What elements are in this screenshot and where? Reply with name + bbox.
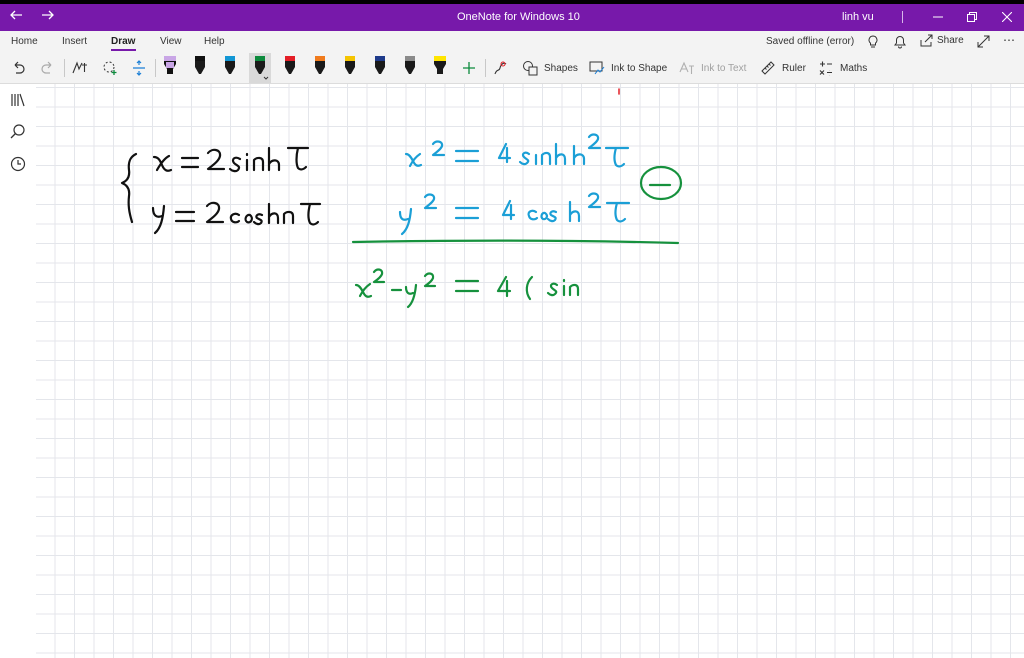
tab-home[interactable]: Home — [11, 36, 38, 47]
title-divider — [902, 11, 903, 23]
arrow-right-icon — [42, 10, 54, 20]
redo-icon — [41, 61, 52, 74]
share-icon — [920, 34, 933, 47]
restore-icon — [967, 12, 977, 22]
toolbar-separator — [155, 59, 156, 77]
shapes-label: Shapes — [544, 62, 578, 74]
ruler-icon — [761, 61, 775, 75]
expand-icon[interactable] — [977, 35, 990, 48]
navy-pen-button[interactable] — [369, 53, 391, 83]
ink-layer — [120, 88, 683, 309]
orange-pen-button[interactable] — [309, 53, 331, 83]
touch-draw-button[interactable] — [492, 53, 508, 83]
undo-button[interactable] — [11, 53, 25, 83]
lasso-select-button[interactable] — [72, 53, 88, 83]
draw-toolbar: Shapes Ink to Shape Ink to Text Ruler Ma… — [0, 53, 1024, 84]
note-page-canvas[interactable] — [36, 84, 1024, 658]
yellow-pen-button[interactable] — [339, 53, 361, 83]
shapes-icon — [523, 61, 538, 76]
orange-pen-icon — [315, 56, 325, 74]
minimize-icon — [933, 16, 943, 18]
forward-button[interactable] — [36, 7, 60, 27]
red-pen-button[interactable] — [279, 53, 301, 83]
maths-label: Maths — [840, 62, 868, 74]
gray-pen-button[interactable] — [399, 53, 421, 83]
tab-insert[interactable]: Insert — [62, 36, 87, 47]
arrow-left-icon — [10, 10, 22, 20]
ruler-button[interactable]: Ruler — [760, 53, 806, 83]
lightbulb-icon[interactable] — [867, 35, 879, 49]
ink-to-shape-button[interactable]: Ink to Shape — [589, 53, 667, 83]
green-pen-button[interactable] — [249, 53, 271, 83]
blue-pen-button[interactable] — [219, 53, 241, 83]
share-label: Share — [937, 35, 964, 46]
undo-icon — [14, 61, 25, 74]
toolbar-separator — [64, 59, 65, 77]
ink-black-equations — [120, 146, 322, 235]
app-title: OneNote for Windows 10 — [457, 11, 580, 23]
shapes-button[interactable]: Shapes — [522, 53, 578, 83]
blue-pen-icon — [225, 56, 235, 74]
highlighter-pen-button[interactable] — [159, 53, 181, 83]
user-name[interactable]: linh vu — [842, 11, 874, 23]
ink-to-text-icon — [679, 61, 694, 74]
close-button[interactable] — [995, 7, 1019, 27]
plus-icon — [463, 62, 475, 74]
ink-to-shape-icon — [589, 61, 605, 75]
add-space-lasso-button[interactable] — [102, 53, 118, 83]
ink-blue-equations — [398, 133, 631, 236]
navigation-sidebar — [0, 84, 36, 658]
maths-button[interactable]: Maths — [818, 53, 867, 83]
ink-to-shape-label: Ink to Shape — [611, 62, 668, 74]
tab-draw[interactable]: Draw — [111, 36, 135, 47]
add-pen-button[interactable] — [462, 53, 476, 83]
tab-view[interactable]: View — [160, 36, 182, 47]
ribbon-tabs: Home Insert Draw View Help Saved offline… — [0, 31, 1024, 53]
ruler-label: Ruler — [782, 62, 806, 74]
yellow-highlighter-icon — [434, 56, 446, 74]
black-pen-icon — [195, 56, 205, 74]
insert-space-button[interactable] — [132, 53, 146, 83]
close-icon — [1001, 11, 1013, 23]
chevron-down-icon — [263, 76, 269, 80]
ink-to-text-button[interactable]: Ink to Text — [679, 53, 746, 83]
yellow-pen-icon — [345, 56, 355, 74]
maths-icon — [819, 61, 832, 76]
lasso-select-icon — [72, 61, 87, 74]
tab-help[interactable]: Help — [204, 36, 225, 47]
red-pen-icon — [285, 56, 295, 74]
back-button[interactable] — [4, 7, 28, 27]
ink-to-text-label: Ink to Text — [701, 62, 747, 74]
highlighter-pen-icon — [164, 56, 176, 74]
bell-icon[interactable] — [894, 35, 906, 49]
toolbar-separator — [485, 59, 486, 77]
tab-draw-underline — [111, 49, 136, 51]
minimize-button[interactable] — [926, 7, 950, 27]
recent-notes-icon[interactable] — [8, 154, 28, 174]
notebooks-icon[interactable] — [8, 90, 28, 110]
navy-pen-icon — [375, 56, 385, 74]
dotted-circle-add-icon — [103, 61, 117, 75]
share-button[interactable]: Share — [920, 34, 964, 47]
gray-pen-icon — [405, 56, 415, 74]
search-icon[interactable] — [8, 122, 28, 142]
touch-draw-icon — [494, 61, 507, 75]
insert-space-icon — [133, 60, 145, 76]
black-pen-button[interactable] — [189, 53, 211, 83]
green-pen-icon — [255, 56, 269, 80]
redo-button[interactable] — [41, 53, 55, 83]
title-bar: OneNote for Windows 10 linh vu — [0, 4, 1024, 31]
more-options-icon[interactable]: ⋯ — [1003, 33, 1015, 47]
restore-button[interactable] — [960, 7, 984, 27]
sync-status[interactable]: Saved offline (error) — [766, 36, 854, 47]
yellow-highlighter-button[interactable] — [429, 53, 451, 83]
ink-green-work — [351, 165, 683, 309]
